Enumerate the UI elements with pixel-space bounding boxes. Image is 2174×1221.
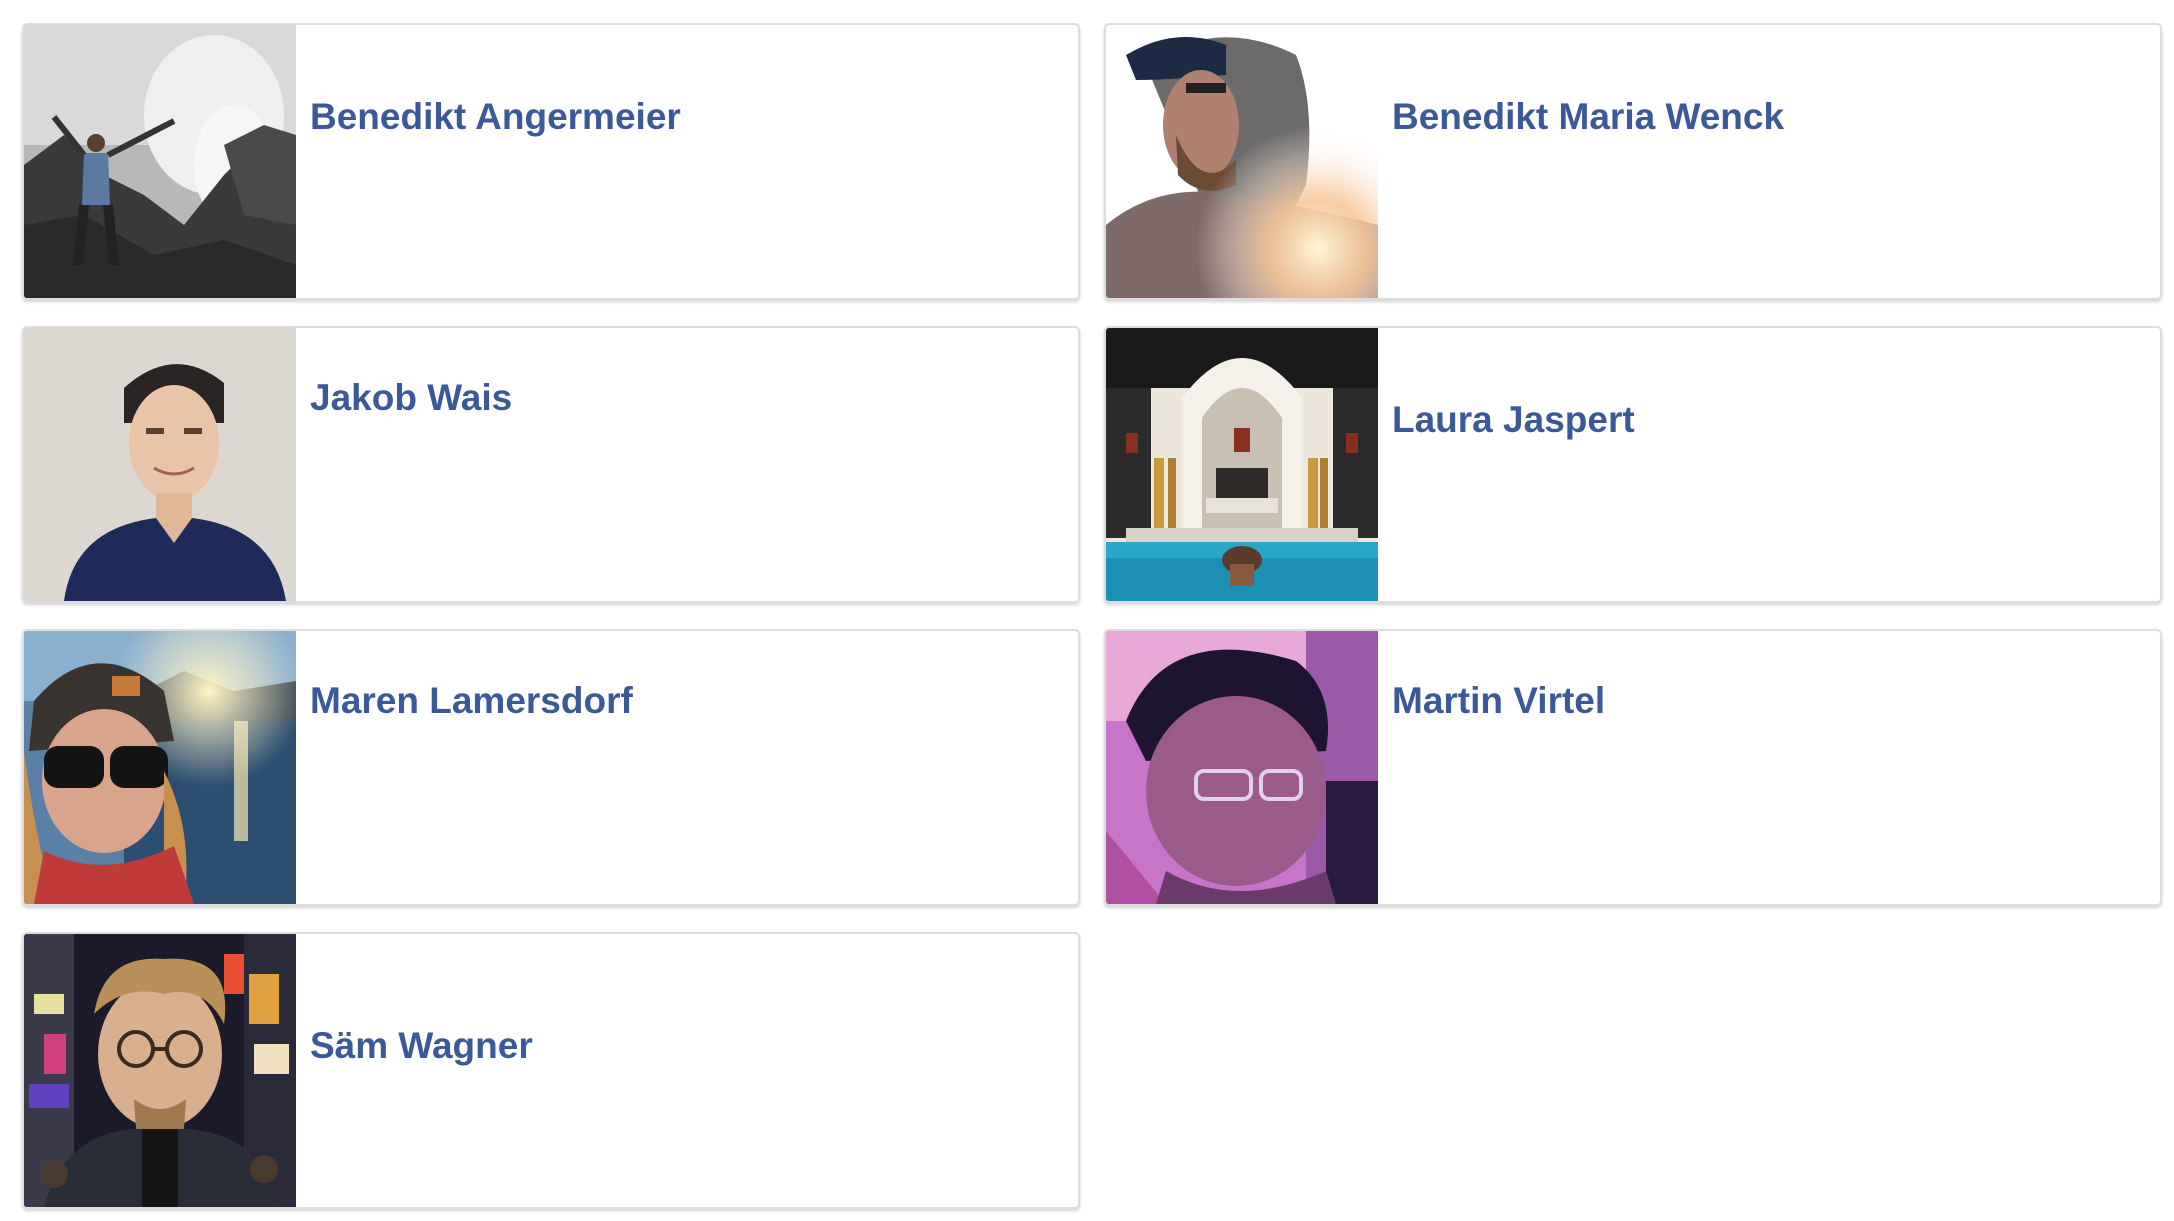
people-grid: Benedikt Angermeier Benedikt Maria Wenck… [22,23,2162,1209]
profile-photo[interactable] [24,631,296,904]
person-name-link[interactable]: Martin Virtel [1392,679,1605,723]
person-name-link[interactable]: Säm Wagner [310,1024,533,1068]
person-card[interactable]: Säm Wagner [22,932,1080,1209]
person-card[interactable]: Laura Jaspert [1104,326,2162,603]
portrait-shirt-image [24,328,296,601]
beanie-lake-image [24,631,296,904]
profile-photo[interactable] [1106,328,1378,601]
person-name-link[interactable]: Jakob Wais [310,376,512,420]
profile-photo[interactable] [24,328,296,601]
city-night-image [24,934,296,1207]
profile-photo[interactable] [1106,631,1378,904]
rocky-waterfall-image [24,25,296,298]
profile-photo[interactable] [1106,25,1378,298]
person-name-link[interactable]: Laura Jaspert [1392,398,1635,442]
person-card[interactable]: Benedikt Angermeier [22,23,1080,300]
person-name-link[interactable]: Benedikt Angermeier [310,95,681,139]
person-card[interactable]: Martin Virtel [1104,629,2162,906]
moorish-pool-image [1106,328,1378,601]
person-card[interactable]: Jakob Wais [22,326,1080,603]
hoodie-sunlight-image [1106,25,1378,298]
profile-photo[interactable] [24,934,296,1207]
glasses-closeup-image [1106,631,1378,904]
person-name-link[interactable]: Benedikt Maria Wenck [1392,95,1784,139]
person-card[interactable]: Benedikt Maria Wenck [1104,23,2162,300]
profile-photo[interactable] [24,25,296,298]
person-card[interactable]: Maren Lamersdorf [22,629,1080,906]
person-name-link[interactable]: Maren Lamersdorf [310,679,633,723]
